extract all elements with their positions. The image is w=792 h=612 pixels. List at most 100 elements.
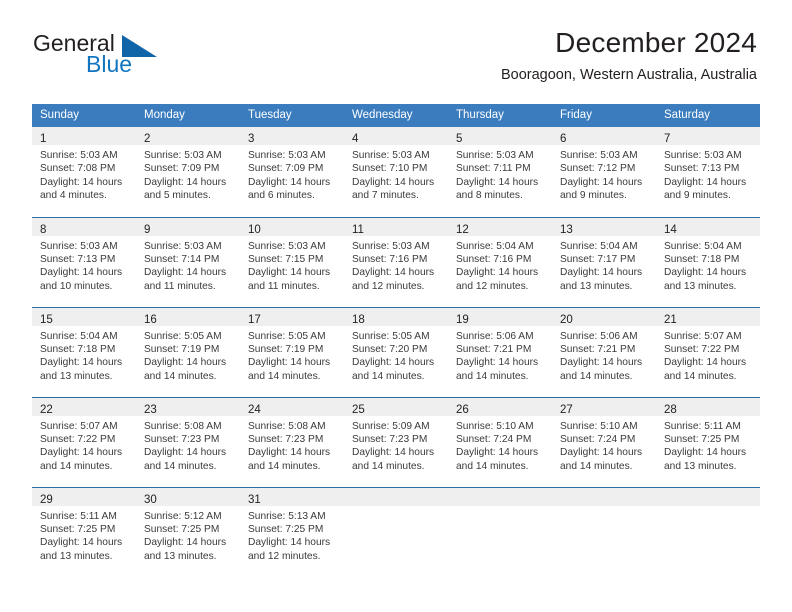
calendar-day-cell[interactable]: 8 Sunrise: 5:03 AM Sunset: 7:13 PM Daylight… — [32, 216, 136, 307]
calendar-day-cell[interactable]: 31 Sunrise: 5:13 AM Sunset: 7:25 PM Dayligh… — [240, 486, 344, 577]
sunrise-time: Sunrise: 5:09 AM — [352, 420, 430, 432]
calendar-day-cell[interactable]: 29 Sunrise: 5:11 AM Sunset: 7:25 PM Dayligh… — [32, 486, 136, 578]
day-detail: Sunrise: 5:03 AM Sunset: 7:08 PM Daylight:… — [32, 145, 136, 203]
calendar-day-cell[interactable]: 22 Sunrise: 5:07 AM Sunset: 7:22 PM Dayligh… — [32, 396, 136, 487]
day-detail: Sunrise: 5:08 AM Sunset: 7:23 PM Daylight:… — [136, 416, 240, 474]
calendar-day-cell[interactable]: 4 Sunrise: 5:03 AM Sunset: 7:10 PM Daylight… — [344, 127, 448, 217]
day-cell-content: 27 Sunrise: 5:10 AM Sunset: 7:24 PM Dayligh… — [552, 397, 656, 487]
day-number-band: 29 — [32, 487, 136, 506]
weekday-header-row: Sunday Monday Tuesday Wednesday Thursday… — [32, 104, 760, 127]
daylight-duration-line1: Daylight: 14 hours — [144, 357, 227, 369]
sunset-time: Sunset: 7:16 PM — [352, 253, 428, 265]
calendar-day-cell[interactable]: 9 Sunrise: 5:03 AM Sunset: 7:14 PM Daylight… — [136, 216, 240, 307]
sunset-time: Sunset: 7:20 PM — [352, 343, 428, 355]
calendar-day-cell[interactable]: 14 Sunrise: 5:04 AM Sunset: 7:18 PM Dayligh… — [656, 216, 760, 307]
day-number-band: 21 — [656, 307, 760, 326]
sunrise-time: Sunrise: 5:05 AM — [248, 330, 326, 342]
calendar-day-cell[interactable]: 30 Sunrise: 5:12 AM Sunset: 7:25 PM Dayligh… — [136, 486, 240, 577]
daylight-duration-line1: Daylight: 14 hours — [144, 267, 227, 279]
calendar-day-cell[interactable]: 6 Sunrise: 5:03 AM Sunset: 7:12 PM Daylight… — [552, 127, 656, 217]
calendar-day-cell[interactable]: 12 Sunrise: 5:04 AM Sunset: 7:16 PM Dayligh… — [448, 216, 552, 307]
day-detail: Sunrise: 5:03 AM Sunset: 7:12 PM Daylight:… — [552, 145, 656, 203]
calendar-day-cell[interactable]: 2 Sunrise: 5:03 AM Sunset: 7:09 PM Daylight… — [136, 127, 240, 217]
sunset-time: Sunset: 7:13 PM — [40, 253, 116, 265]
calendar-day-cell[interactable]: 23 Sunrise: 5:08 AM Sunset: 7:23 PM Dayligh… — [136, 396, 240, 487]
daylight-duration-line2: and 14 minutes. — [144, 460, 217, 472]
day-cell-content: 23 Sunrise: 5:08 AM Sunset: 7:23 PM Dayligh… — [136, 397, 240, 487]
day-cell-content: 16 Sunrise: 5:05 AM Sunset: 7:19 PM Dayligh… — [136, 307, 240, 397]
day-number: 5 — [456, 133, 463, 145]
sunrise-time: Sunrise: 5:04 AM — [456, 240, 534, 252]
sunrise-time: Sunrise: 5:03 AM — [40, 150, 118, 161]
day-number: 22 — [40, 403, 53, 416]
calendar-day-cell[interactable]: 28 Sunrise: 5:11 AM Sunset: 7:25 PM Dayligh… — [656, 396, 760, 487]
calendar-day-cell[interactable]: 7 Sunrise: 5:03 AM Sunset: 7:13 PM Daylight… — [656, 127, 760, 217]
sunset-time: Sunset: 7:12 PM — [560, 163, 636, 175]
day-detail: Sunrise: 5:09 AM Sunset: 7:23 PM Daylight:… — [344, 416, 448, 474]
logo-text-blue: Blue — [86, 51, 133, 77]
daylight-duration-line1: Daylight: 14 hours — [352, 357, 435, 369]
day-cell-content: 2 Sunrise: 5:03 AM Sunset: 7:09 PM Daylight… — [136, 127, 240, 217]
day-number-band — [448, 487, 552, 506]
sunrise-time: Sunrise: 5:03 AM — [456, 150, 534, 161]
day-cell-content: 18 Sunrise: 5:05 AM Sunset: 7:20 PM Dayligh… — [344, 307, 448, 397]
calendar-day-cell[interactable]: 26 Sunrise: 5:10 AM Sunset: 7:24 PM Dayligh… — [448, 396, 552, 487]
calendar-day-cell[interactable]: 21 Sunrise: 5:07 AM Sunset: 7:22 PM Dayligh… — [656, 306, 760, 397]
day-cell-content: 29 Sunrise: 5:11 AM Sunset: 7:25 PM Dayligh… — [32, 487, 136, 578]
calendar-day-cell[interactable]: 11 Sunrise: 5:03 AM Sunset: 7:16 PM Dayligh… — [344, 216, 448, 307]
calendar-day-cell[interactable]: 15 Sunrise: 5:04 AM Sunset: 7:18 PM Dayligh… — [32, 306, 136, 397]
calendar-day-cell[interactable]: 20 Sunrise: 5:06 AM Sunset: 7:21 PM Dayligh… — [552, 306, 656, 397]
daylight-duration-line2: and 5 minutes. — [144, 190, 211, 202]
day-number: 19 — [456, 313, 469, 326]
day-detail: Sunrise: 5:03 AM Sunset: 7:09 PM Daylight:… — [136, 145, 240, 203]
day-detail: Sunrise: 5:03 AM Sunset: 7:09 PM Daylight:… — [240, 145, 344, 203]
calendar-day-cell[interactable]: 5 Sunrise: 5:03 AM Sunset: 7:11 PM Daylight… — [448, 127, 552, 217]
day-cell-content: 10 Sunrise: 5:03 AM Sunset: 7:15 PM Dayligh… — [240, 217, 344, 307]
day-number-band: 30 — [136, 487, 240, 506]
calendar-day-cell[interactable]: 1 Sunrise: 5:03 AM Sunset: 7:08 PM Daylight… — [32, 127, 136, 217]
calendar-day-cell[interactable]: 3 Sunrise: 5:03 AM Sunset: 7:09 PM Daylight… — [240, 127, 344, 217]
daylight-duration-line1: Daylight: 14 hours — [456, 267, 539, 279]
sunset-time: Sunset: 7:24 PM — [560, 433, 636, 445]
daylight-duration-line1: Daylight: 14 hours — [40, 537, 123, 549]
day-cell-content: 4 Sunrise: 5:03 AM Sunset: 7:10 PM Daylight… — [344, 127, 448, 217]
day-detail: Sunrise: 5:05 AM Sunset: 7:20 PM Daylight:… — [344, 326, 448, 384]
calendar-day-cell — [448, 486, 552, 577]
day-number-band: 16 — [136, 307, 240, 326]
daylight-duration-line1: Daylight: 14 hours — [40, 267, 123, 279]
sunset-time: Sunset: 7:19 PM — [144, 343, 220, 355]
calendar-day-cell[interactable]: 25 Sunrise: 5:09 AM Sunset: 7:23 PM Dayligh… — [344, 396, 448, 487]
daylight-duration-line2: and 11 minutes. — [144, 280, 216, 292]
day-detail: Sunrise: 5:05 AM Sunset: 7:19 PM Daylight:… — [240, 326, 344, 384]
day-number-band: 11 — [344, 217, 448, 236]
day-number: 9 — [144, 223, 151, 236]
sunset-time: Sunset: 7:15 PM — [248, 253, 324, 265]
calendar-day-cell[interactable]: 17 Sunrise: 5:05 AM Sunset: 7:19 PM Dayligh… — [240, 306, 344, 397]
sunset-time: Sunset: 7:14 PM — [144, 253, 220, 265]
calendar-day-cell[interactable]: 18 Sunrise: 5:05 AM Sunset: 7:20 PM Dayligh… — [344, 306, 448, 397]
daylight-duration-line1: Daylight: 14 hours — [352, 447, 435, 459]
calendar-day-cell[interactable]: 13 Sunrise: 5:04 AM Sunset: 7:17 PM Dayligh… — [552, 216, 656, 307]
day-detail: Sunrise: 5:04 AM Sunset: 7:17 PM Daylight:… — [552, 236, 656, 294]
day-cell-content: 20 Sunrise: 5:06 AM Sunset: 7:21 PM Dayligh… — [552, 307, 656, 397]
calendar-week-row: 15 Sunrise: 5:04 AM Sunset: 7:18 PM Dayligh… — [32, 306, 760, 397]
calendar-day-cell[interactable]: 24 Sunrise: 5:08 AM Sunset: 7:23 PM Dayligh… — [240, 396, 344, 487]
day-number-band: 24 — [240, 397, 344, 416]
day-cell-content: 26 Sunrise: 5:10 AM Sunset: 7:24 PM Dayligh… — [448, 397, 552, 487]
weekday-header-friday: Friday — [552, 104, 656, 127]
calendar-day-cell[interactable]: 10 Sunrise: 5:03 AM Sunset: 7:15 PM Dayligh… — [240, 216, 344, 307]
calendar-day-cell[interactable]: 16 Sunrise: 5:05 AM Sunset: 7:19 PM Dayligh… — [136, 306, 240, 397]
day-number-band: 23 — [136, 397, 240, 416]
calendar-table: Sunday Monday Tuesday Wednesday Thursday… — [32, 104, 760, 577]
daylight-duration-line2: and 13 minutes. — [664, 280, 737, 292]
calendar-day-cell[interactable]: 19 Sunrise: 5:06 AM Sunset: 7:21 PM Dayligh… — [448, 306, 552, 397]
day-number: 26 — [456, 403, 469, 416]
calendar-day-cell[interactable]: 27 Sunrise: 5:10 AM Sunset: 7:24 PM Dayligh… — [552, 396, 656, 487]
day-cell-content: 25 Sunrise: 5:09 AM Sunset: 7:23 PM Dayligh… — [344, 397, 448, 487]
daylight-duration-line1: Daylight: 14 hours — [456, 176, 539, 188]
calendar-day-cell — [344, 486, 448, 578]
day-number: 27 — [560, 403, 573, 416]
day-cell-content — [344, 487, 448, 578]
day-number: 31 — [248, 493, 261, 506]
weekday-header-wednesday: Wednesday — [344, 104, 448, 127]
